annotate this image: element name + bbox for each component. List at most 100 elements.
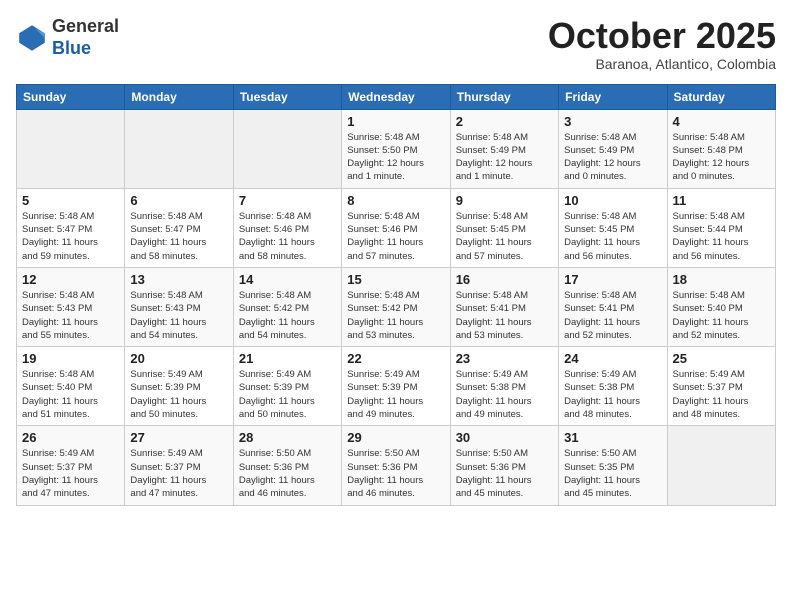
calendar-cell: 4 Sunrise: 5:48 AM Sunset: 5:48 PM Daylig… <box>667 109 775 188</box>
day-number: 12 <box>22 272 119 287</box>
day-info: Sunrise: 5:48 AM Sunset: 5:47 PM Dayligh… <box>130 210 227 263</box>
weekday-header-row: SundayMondayTuesdayWednesdayThursdayFrid… <box>17 84 776 109</box>
calendar-cell: 26Sunrise: 5:49 AM Sunset: 5:37 PM Dayli… <box>17 426 125 505</box>
day-info: Sunrise: 5:49 AM Sunset: 5:38 PM Dayligh… <box>564 368 661 421</box>
calendar-cell: 31Sunrise: 5:50 AM Sunset: 5:35 PM Dayli… <box>559 426 667 505</box>
logo-blue: Blue <box>52 38 91 58</box>
day-info: Sunrise: 5:49 AM Sunset: 5:39 PM Dayligh… <box>130 368 227 421</box>
day-info: Sunrise: 5:48 AM Sunset: 5:43 PM Dayligh… <box>130 289 227 342</box>
day-info: Sunrise: 5:48 AM Sunset: 5:46 PM Dayligh… <box>239 210 336 263</box>
day-info: Sunrise: 5:48 AM Sunset: 5:50 PM Dayligh… <box>347 131 444 184</box>
day-info: Sunrise: 5:48 AM Sunset: 5:45 PM Dayligh… <box>564 210 661 263</box>
weekday-header: Saturday <box>667 84 775 109</box>
day-info: Sunrise: 5:48 AM Sunset: 5:45 PM Dayligh… <box>456 210 553 263</box>
day-number: 21 <box>239 351 336 366</box>
day-number: 1 <box>347 114 444 129</box>
day-number: 27 <box>130 430 227 445</box>
calendar-cell: 19 Sunrise: 5:48 AM Sunset: 5:40 PM Dayli… <box>17 347 125 426</box>
calendar-cell: 13 Sunrise: 5:48 AM Sunset: 5:43 PM Dayli… <box>125 267 233 346</box>
day-number: 4 <box>673 114 770 129</box>
day-info: Sunrise: 5:48 AM Sunset: 5:44 PM Dayligh… <box>673 210 770 263</box>
weekday-header: Sunday <box>17 84 125 109</box>
day-info: Sunrise: 5:50 AM Sunset: 5:35 PM Dayligh… <box>564 447 661 500</box>
day-number: 5 <box>22 193 119 208</box>
weekday-header: Thursday <box>450 84 558 109</box>
logo: General Blue <box>16 16 119 59</box>
calendar-week-row: 5 Sunrise: 5:48 AM Sunset: 5:47 PM Daylig… <box>17 188 776 267</box>
day-number: 24 <box>564 351 661 366</box>
day-number: 22 <box>347 351 444 366</box>
calendar-cell: 7 Sunrise: 5:48 AM Sunset: 5:46 PM Daylig… <box>233 188 341 267</box>
day-info: Sunrise: 5:48 AM Sunset: 5:40 PM Dayligh… <box>22 368 119 421</box>
calendar-cell: 22 Sunrise: 5:49 AM Sunset: 5:39 PM Dayli… <box>342 347 450 426</box>
calendar-cell: 10 Sunrise: 5:48 AM Sunset: 5:45 PM Dayli… <box>559 188 667 267</box>
day-info: Sunrise: 5:49 AM Sunset: 5:39 PM Dayligh… <box>347 368 444 421</box>
day-number: 20 <box>130 351 227 366</box>
calendar-cell: 6 Sunrise: 5:48 AM Sunset: 5:47 PM Daylig… <box>125 188 233 267</box>
calendar-cell <box>17 109 125 188</box>
day-number: 6 <box>130 193 227 208</box>
day-number: 28 <box>239 430 336 445</box>
day-number: 3 <box>564 114 661 129</box>
weekday-header: Friday <box>559 84 667 109</box>
day-info: Sunrise: 5:48 AM Sunset: 5:40 PM Dayligh… <box>673 289 770 342</box>
calendar-cell: 27 Sunrise: 5:49 AM Sunset: 5:37 PM Dayli… <box>125 426 233 505</box>
day-info: Sunrise: 5:50 AM Sunset: 5:36 PM Dayligh… <box>239 447 336 500</box>
logo-general: General <box>52 16 119 36</box>
calendar-cell: 25 Sunrise: 5:49 AM Sunset: 5:37 PM Dayli… <box>667 347 775 426</box>
day-info: Sunrise: 5:48 AM Sunset: 5:48 PM Dayligh… <box>673 131 770 184</box>
calendar-week-row: 26 Sunrise: 5:49 AM Sunset: 5:37 PM Dayli… <box>17 426 776 505</box>
day-number: 13 <box>130 272 227 287</box>
day-info: Sunrise: 5:48 AM Sunset: 5:41 PM Dayligh… <box>456 289 553 342</box>
calendar-cell: 21 Sunrise: 5:49 AM Sunset: 5:39 PM Dayli… <box>233 347 341 426</box>
calendar-cell: 12 Sunrise: 5:48 AM Sunset: 5:43 PM Dayli… <box>17 267 125 346</box>
day-number: 17 <box>564 272 661 287</box>
day-info: Sunrise: 5:48 AM Sunset: 5:46 PM Dayligh… <box>347 210 444 263</box>
day-number: 25 <box>673 351 770 366</box>
day-number: 29 <box>347 430 444 445</box>
calendar-cell: 3 Sunrise: 5:48 AM Sunset: 5:49 PM Daylig… <box>559 109 667 188</box>
calendar-cell: 9Sunrise: 5:48 AM Sunset: 5:45 PM Daylig… <box>450 188 558 267</box>
calendar-week-row: 1 Sunrise: 5:48 AM Sunset: 5:50 PM Daylig… <box>17 109 776 188</box>
calendar-week-row: 19 Sunrise: 5:48 AM Sunset: 5:40 PM Dayli… <box>17 347 776 426</box>
weekday-header: Wednesday <box>342 84 450 109</box>
location: Baranoa, Atlantico, Colombia <box>548 56 776 72</box>
calendar-cell: 24 Sunrise: 5:49 AM Sunset: 5:38 PM Dayli… <box>559 347 667 426</box>
day-info: Sunrise: 5:49 AM Sunset: 5:38 PM Dayligh… <box>456 368 553 421</box>
day-info: Sunrise: 5:48 AM Sunset: 5:49 PM Dayligh… <box>564 131 661 184</box>
day-info: Sunrise: 5:48 AM Sunset: 5:47 PM Dayligh… <box>22 210 119 263</box>
weekday-header: Monday <box>125 84 233 109</box>
day-info: Sunrise: 5:50 AM Sunset: 5:36 PM Dayligh… <box>456 447 553 500</box>
calendar-cell: 28 Sunrise: 5:50 AM Sunset: 5:36 PM Dayli… <box>233 426 341 505</box>
calendar-table: SundayMondayTuesdayWednesdayThursdayFrid… <box>16 84 776 506</box>
calendar-cell: 14 Sunrise: 5:48 AM Sunset: 5:42 PM Dayli… <box>233 267 341 346</box>
day-info: Sunrise: 5:48 AM Sunset: 5:49 PM Dayligh… <box>456 131 553 184</box>
day-number: 7 <box>239 193 336 208</box>
calendar-cell <box>125 109 233 188</box>
calendar-cell: 20 Sunrise: 5:49 AM Sunset: 5:39 PM Dayli… <box>125 347 233 426</box>
day-info: Sunrise: 5:49 AM Sunset: 5:39 PM Dayligh… <box>239 368 336 421</box>
day-number: 11 <box>673 193 770 208</box>
day-number: 14 <box>239 272 336 287</box>
day-info: Sunrise: 5:49 AM Sunset: 5:37 PM Dayligh… <box>130 447 227 500</box>
day-info: Sunrise: 5:48 AM Sunset: 5:42 PM Dayligh… <box>347 289 444 342</box>
day-number: 23 <box>456 351 553 366</box>
calendar-cell: 11 Sunrise: 5:48 AM Sunset: 5:44 PM Dayli… <box>667 188 775 267</box>
page-header: General Blue October 2025 Baranoa, Atlan… <box>16 16 776 72</box>
day-info: Sunrise: 5:48 AM Sunset: 5:43 PM Dayligh… <box>22 289 119 342</box>
calendar-cell: 17 Sunrise: 5:48 AM Sunset: 5:41 PM Dayli… <box>559 267 667 346</box>
day-number: 10 <box>564 193 661 208</box>
calendar-cell: 18 Sunrise: 5:48 AM Sunset: 5:40 PM Dayli… <box>667 267 775 346</box>
day-number: 16 <box>456 272 553 287</box>
day-number: 18 <box>673 272 770 287</box>
day-info: Sunrise: 5:48 AM Sunset: 5:41 PM Dayligh… <box>564 289 661 342</box>
day-number: 19 <box>22 351 119 366</box>
calendar-cell: 16 Sunrise: 5:48 AM Sunset: 5:41 PM Dayli… <box>450 267 558 346</box>
day-number: 26 <box>22 430 119 445</box>
calendar-week-row: 12 Sunrise: 5:48 AM Sunset: 5:43 PM Dayli… <box>17 267 776 346</box>
day-number: 15 <box>347 272 444 287</box>
day-info: Sunrise: 5:48 AM Sunset: 5:42 PM Dayligh… <box>239 289 336 342</box>
day-info: Sunrise: 5:49 AM Sunset: 5:37 PM Dayligh… <box>673 368 770 421</box>
calendar-cell: 8 Sunrise: 5:48 AM Sunset: 5:46 PM Daylig… <box>342 188 450 267</box>
day-number: 8 <box>347 193 444 208</box>
